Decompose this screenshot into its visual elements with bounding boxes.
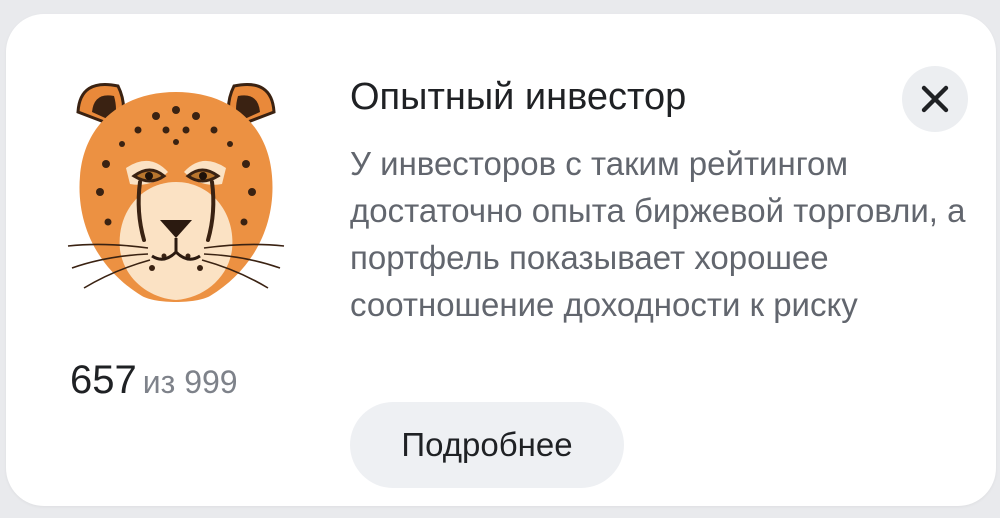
details-button[interactable]: Подробнее bbox=[350, 402, 624, 488]
rating-max: из 999 bbox=[142, 364, 238, 400]
close-button[interactable] bbox=[902, 66, 968, 132]
card-description: У инвесторов с таким рейтингом достаточн… bbox=[350, 145, 966, 323]
close-icon bbox=[921, 85, 949, 113]
cheetah-icon bbox=[60, 72, 292, 312]
investor-rating-card: 657 из 999 Опытный инвестор У инвесторов … bbox=[6, 14, 996, 506]
card-title: Опытный инвестор bbox=[350, 76, 687, 118]
rating-score: 657 из 999 bbox=[70, 358, 238, 403]
rating-value: 657 bbox=[70, 358, 137, 402]
